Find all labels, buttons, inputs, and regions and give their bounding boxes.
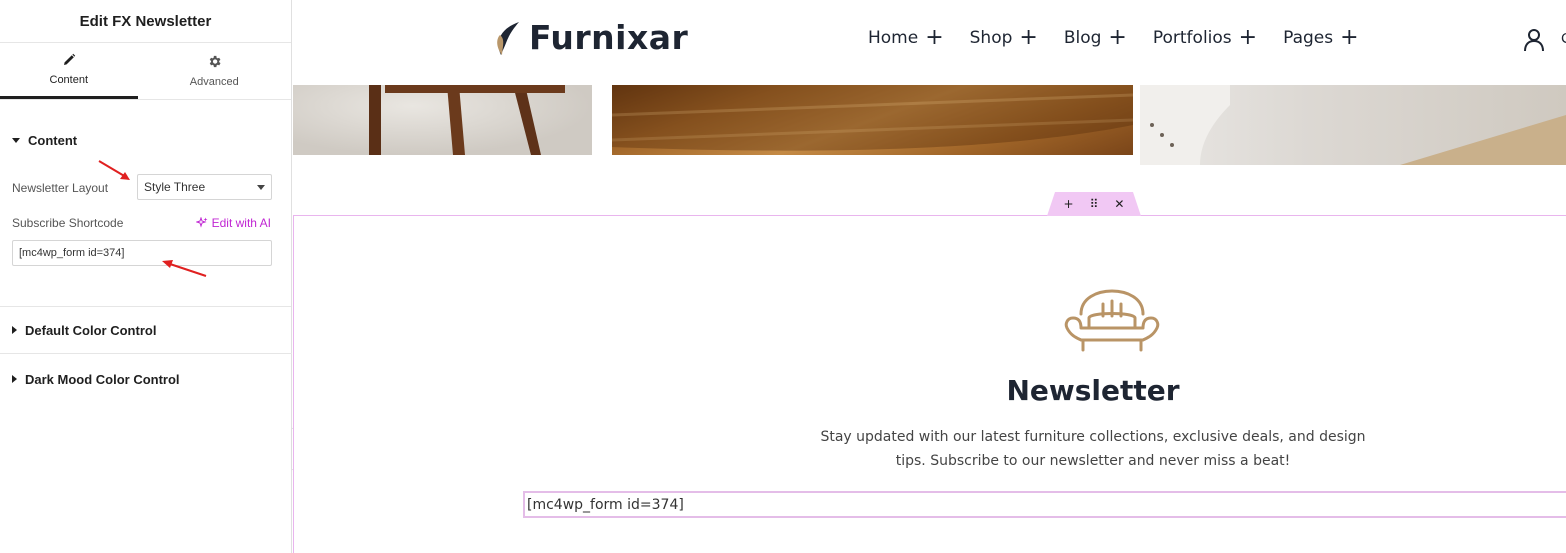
rug-ottoman-image — [1140, 85, 1566, 165]
panel-tabs: Content Advanced — [0, 43, 291, 100]
chair-legs-image — [369, 85, 565, 155]
logo-text: Furnixar — [529, 18, 689, 57]
newsletter-layout-label: Newsletter Layout — [12, 181, 109, 195]
nav-label: Shop — [969, 28, 1013, 48]
newsletter-description: Stay updated with our latest furniture c… — [820, 429, 1366, 469]
sparkle-icon — [195, 217, 208, 228]
plus-icon: + — [1108, 25, 1127, 50]
leaf-logo-icon — [497, 21, 519, 55]
wood-floor-image — [612, 85, 1133, 151]
tab-advanced-label: Advanced — [189, 76, 239, 88]
plus-icon: + — [1238, 25, 1258, 50]
close-section-button[interactable]: ✕ — [1114, 198, 1124, 210]
gallery-photo-rug — [1140, 85, 1566, 165]
newsletter-shortcode-output[interactable]: [mc4wp_form id=374] — [523, 491, 1566, 518]
nav-item-shop[interactable]: Shop + — [970, 27, 1038, 49]
gallery-photo-floor — [612, 85, 1133, 155]
plus-icon: + — [1340, 25, 1359, 50]
header-partial-icon[interactable]: C — [1561, 30, 1566, 47]
section-toolbar: + ⠿ ✕ — [1047, 192, 1141, 216]
nav-label: Blog — [1063, 28, 1102, 48]
section-default-color-title: Default Color Control — [25, 322, 157, 338]
plus-icon: + — [1019, 25, 1038, 50]
section-dark-mood-toggle[interactable]: Dark Mood Color Control — [0, 354, 292, 404]
drag-handle-icon[interactable]: ⠿ — [1090, 198, 1099, 210]
plus-icon: + — [925, 25, 944, 50]
panel-title: Edit FX Newsletter — [79, 12, 212, 30]
tab-content-label: Content — [49, 74, 89, 86]
section-content-title: Content — [28, 132, 78, 148]
subscribe-shortcode-input[interactable] — [12, 240, 272, 266]
section-content-toggle[interactable]: Content — [0, 100, 89, 180]
site-logo[interactable]: Furnixar — [493, 18, 688, 57]
section-default-color-toggle[interactable]: Default Color Control — [0, 306, 292, 354]
section-dark-mood-color: Dark Mood Color Control — [0, 354, 292, 404]
nav-item-portfolios[interactable]: Portfolios + — [1153, 27, 1257, 49]
section-dark-mood-title: Dark Mood Color Control — [25, 371, 180, 387]
nav-label: Portfolios — [1152, 28, 1232, 48]
tab-advanced[interactable]: Advanced — [138, 43, 291, 99]
editor-panel: Edit FX Newsletter Content Advanced Cont… — [0, 0, 292, 553]
edit-with-ai-label: Edit with AI — [211, 216, 271, 230]
elementor-editor: Edit FX Newsletter Content Advanced Cont… — [0, 0, 1566, 553]
newsletter-layout-value: Style Three — [144, 180, 206, 194]
gear-icon — [209, 55, 221, 68]
section-content: Content — [0, 100, 291, 307]
page-preview: Furnixar Home + Shop + Blog + Portfolios + P… — [293, 0, 1566, 553]
newsletter-title: Newsletter — [1006, 374, 1180, 407]
pencil-icon — [63, 53, 75, 65]
chevron-down-icon — [257, 184, 265, 190]
armchair-icon — [1064, 289, 1160, 352]
caret-right-icon — [12, 326, 17, 334]
nav-item-home[interactable]: Home + — [868, 27, 944, 49]
caret-right-icon — [12, 375, 17, 383]
section-outline-left — [293, 215, 294, 553]
gallery-photo-chair — [293, 85, 592, 155]
site-header: Furnixar Home + Shop + Blog + Portfolios + P… — [293, 0, 1566, 85]
newsletter-layout-select[interactable]: Style Three — [137, 174, 272, 200]
nav-item-pages[interactable]: Pages + — [1283, 27, 1358, 49]
section-outline — [293, 215, 1566, 216]
tab-content[interactable]: Content — [0, 43, 138, 99]
subscribe-shortcode-label: Subscribe Shortcode — [12, 216, 124, 230]
nav-label: Pages — [1283, 28, 1334, 48]
edit-with-ai-button[interactable]: Edit with AI — [195, 216, 271, 230]
section-default-color: Default Color Control — [0, 306, 292, 354]
main-nav: Home + Shop + Blog + Portfolios + Pages + — [868, 27, 1359, 49]
user-account-icon[interactable] — [1523, 28, 1545, 52]
add-section-button[interactable]: + — [1064, 198, 1074, 210]
nav-label: Home — [868, 28, 919, 48]
caret-down-icon — [12, 137, 20, 143]
panel-header: Edit FX Newsletter — [0, 0, 291, 43]
nav-item-blog[interactable]: Blog + — [1064, 27, 1127, 49]
